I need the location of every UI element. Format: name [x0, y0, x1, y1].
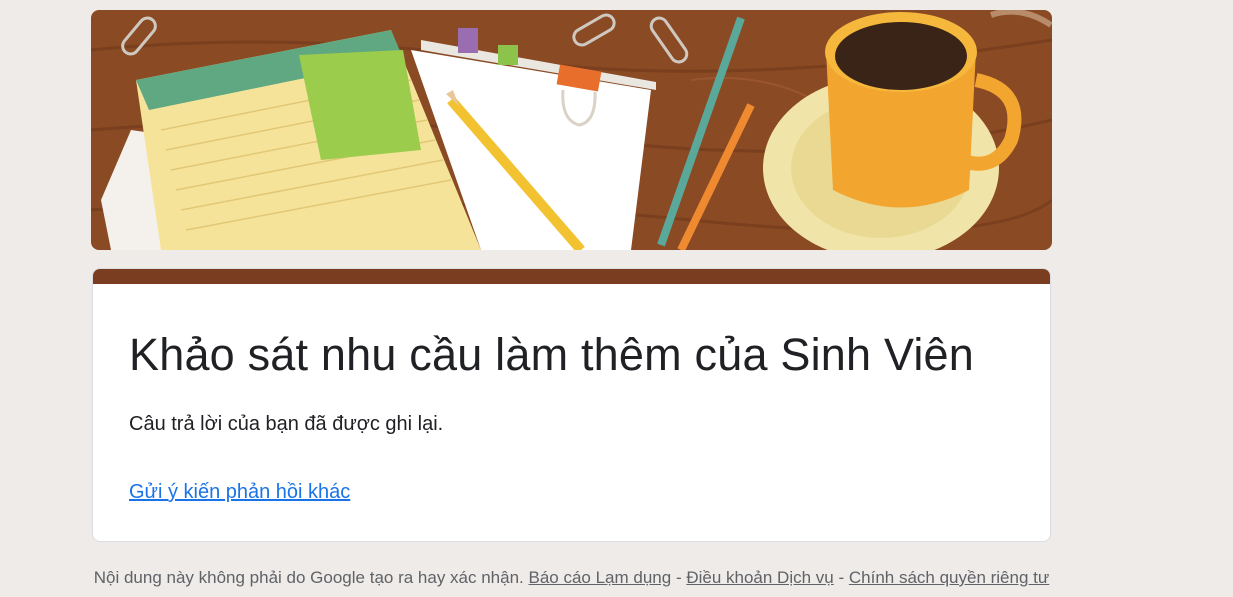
- footer-separator: -: [833, 568, 849, 587]
- submit-another-response-link[interactable]: Gửi ý kiến phản hồi khác: [129, 478, 350, 506]
- card-accent-bar: [93, 269, 1050, 284]
- form-title: Khảo sát nhu cầu làm thêm của Sinh Viên: [129, 329, 975, 380]
- response-card: Khảo sát nhu cầu làm thêm của Sinh Viên …: [92, 268, 1051, 542]
- desk-illustration: [91, 10, 1052, 250]
- form-response-page: Khảo sát nhu cầu làm thêm của Sinh Viên …: [0, 0, 1233, 597]
- footer: Nội dung này không phải do Google tạo ra…: [92, 566, 1051, 590]
- report-abuse-link[interactable]: Báo cáo Lạm dụng: [529, 568, 672, 587]
- confirmation-message: Câu trả lời của bạn đã được ghi lại.: [129, 413, 444, 435]
- footer-separator: -: [671, 568, 687, 587]
- privacy-policy-link[interactable]: Chính sách quyền riêng tư: [849, 568, 1049, 587]
- form-header-image: [91, 10, 1052, 250]
- footer-disclaimer: Nội dung này không phải do Google tạo ra…: [93, 568, 524, 587]
- terms-of-service-link[interactable]: Điều khoản Dịch vụ: [686, 568, 833, 587]
